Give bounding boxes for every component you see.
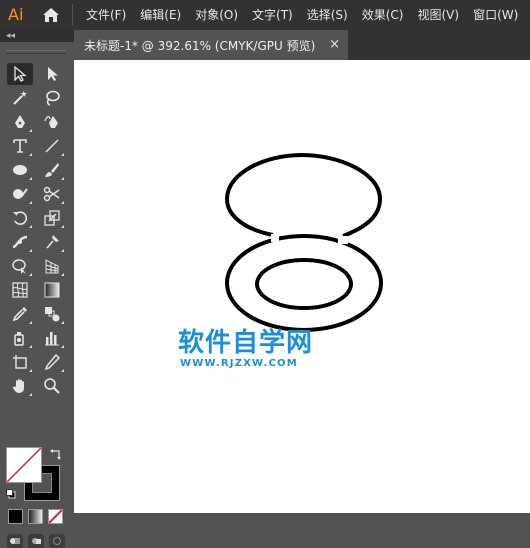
gap-mask-left xyxy=(271,234,279,242)
magic-wand-tool-icon[interactable] xyxy=(7,87,33,109)
draw-inside-icon[interactable] xyxy=(49,534,65,548)
menu-edit[interactable]: 编辑(E) xyxy=(133,0,188,30)
shape-builder-tool-icon[interactable] xyxy=(7,255,33,277)
pen-tool-icon[interactable] xyxy=(7,111,33,133)
collapse-toolbar-icon[interactable]: ◂◂ xyxy=(6,31,15,41)
fill-color-swatch[interactable] xyxy=(6,447,42,483)
draw-behind-icon[interactable] xyxy=(28,534,44,548)
slice-tool-icon[interactable] xyxy=(39,351,65,373)
menu-effect[interactable]: 效果(C) xyxy=(355,0,411,30)
menu-bar: Ai 文件(F) 编辑(E) 对象(O) 文字(T) 选择(S) 效果(C) 视… xyxy=(0,0,530,30)
eyedropper-tool-icon[interactable] xyxy=(7,303,33,325)
menu-divider xyxy=(72,4,73,26)
lasso-tool-icon[interactable] xyxy=(39,87,65,109)
document-tab[interactable]: 未标题-1* @ 392.61% (CMYK/GPU 预览) × xyxy=(74,30,348,60)
gradient-mode-button[interactable] xyxy=(28,509,43,524)
top-ellipse-arc[interactable] xyxy=(301,153,383,238)
artboard-canvas[interactable]: 软件自学网 WWW.RJZXW.COM xyxy=(74,60,530,513)
color-mode-button[interactable] xyxy=(8,509,23,524)
shaper-tool-icon[interactable] xyxy=(7,183,33,205)
selection-tool-icon[interactable] xyxy=(7,63,33,85)
menu-view[interactable]: 视图(V) xyxy=(410,0,466,30)
width-tool-icon[interactable] xyxy=(7,231,33,253)
rotate-tool-icon[interactable] xyxy=(7,207,33,229)
swap-fill-stroke-icon[interactable] xyxy=(50,448,62,460)
direct-selection-tool-icon[interactable] xyxy=(39,63,65,85)
mesh-tool-icon[interactable] xyxy=(7,279,33,301)
none-mode-button[interactable] xyxy=(48,509,63,524)
draw-normal-icon[interactable] xyxy=(7,534,23,548)
toolbar-header: ◂◂ xyxy=(0,30,74,42)
scissors-tool-icon[interactable] xyxy=(39,183,65,205)
artboard-tool-icon[interactable] xyxy=(7,351,33,373)
type-tool-icon[interactable] xyxy=(7,135,33,157)
watermark-url: WWW.RJZXW.COM xyxy=(180,358,298,369)
inner-ring-ellipse[interactable] xyxy=(255,258,353,310)
line-segment-tool-icon[interactable] xyxy=(39,135,65,157)
zoom-tool-icon[interactable] xyxy=(39,375,65,397)
symbol-sprayer-tool-icon[interactable] xyxy=(7,327,33,349)
menu-object[interactable]: 对象(O) xyxy=(188,0,245,30)
menu-select[interactable]: 选择(S) xyxy=(300,0,355,30)
outer-ring-ellipse[interactable] xyxy=(225,234,383,332)
artwork[interactable] xyxy=(74,60,530,513)
scale-tool-icon[interactable] xyxy=(39,207,65,229)
ellipse-tool-icon[interactable] xyxy=(7,159,33,181)
watermark-title: 软件自学网 xyxy=(178,328,314,358)
tools-panel xyxy=(0,42,74,548)
close-tab-icon[interactable]: × xyxy=(329,38,340,52)
home-icon[interactable] xyxy=(40,4,62,26)
curvature-tool-icon[interactable] xyxy=(39,111,65,133)
puppet-warp-tool-icon[interactable] xyxy=(39,231,65,253)
column-graph-tool-icon[interactable] xyxy=(39,327,65,349)
menu-file[interactable]: 文件(F) xyxy=(79,0,133,30)
blend-tool-icon[interactable] xyxy=(39,303,65,325)
gradient-tool-icon[interactable] xyxy=(39,279,65,301)
document-tab-bar: 未标题-1* @ 392.61% (CMYK/GPU 预览) × xyxy=(74,30,530,60)
gap-mask-right xyxy=(338,236,348,244)
paintbrush-tool-icon[interactable] xyxy=(39,159,65,181)
document-tab-title: 未标题-1* @ 392.61% (CMYK/GPU 预览) xyxy=(84,38,316,53)
toolbar-grip[interactable] xyxy=(6,50,66,54)
menu-window[interactable]: 窗口(W) xyxy=(466,0,525,30)
hand-tool-icon[interactable] xyxy=(7,375,33,397)
perspective-grid-tool-icon[interactable] xyxy=(39,255,65,277)
default-colors-icon[interactable] xyxy=(6,488,16,499)
menu-type[interactable]: 文字(T) xyxy=(245,0,300,30)
top-ellipse-left-arc[interactable] xyxy=(224,153,303,237)
app-logo: Ai xyxy=(8,5,24,24)
